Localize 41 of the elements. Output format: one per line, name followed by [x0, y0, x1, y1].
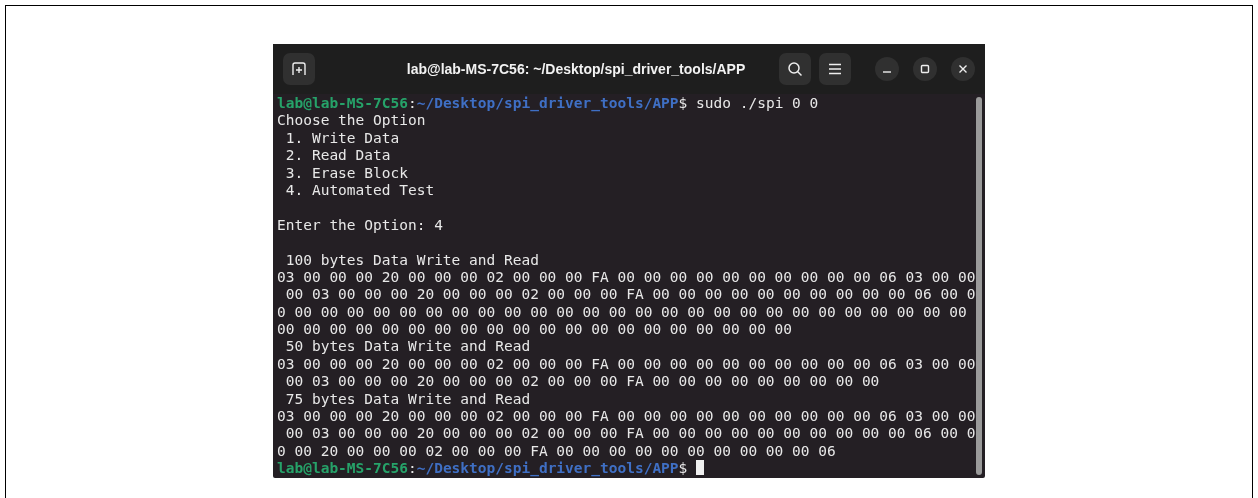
terminal-output-line: 3. Erase Block: [284, 164, 409, 182]
terminal-output-line: 1. Write Data: [284, 129, 401, 148]
search-icon: [787, 61, 803, 77]
terminal-output-line: Enter the Option: 4: [277, 216, 444, 235]
terminal-output-line: 00 00 00 00 00 00 00 00 00 00 00 00 00 00 00 00 00 00 00 00: [277, 321, 794, 339]
prompt-path: ~/Desktop/spi_driver_tools/APP: [416, 95, 679, 111]
minimize-icon: [883, 71, 891, 73]
terminal-output-line: 100 bytes Data Write and Read: [284, 251, 540, 269]
close-button[interactable]: [951, 57, 975, 81]
maximize-button[interactable]: [913, 57, 937, 81]
terminal-output-line: 50 bytes Data Write and Read: [284, 338, 532, 356]
terminal-output-line: Choose the Option: [277, 112, 427, 130]
prompt-user: lab@lab-MS-7C56: [277, 460, 408, 477]
search-button[interactable]: [779, 53, 811, 85]
new-tab-icon: [291, 61, 307, 77]
prompt-command: $: [678, 460, 688, 477]
terminal-output-line: 00 03 00 00 00 20 00 00 00 02 00 00 00 FA 00 00 00 00 00 00 00 00 00: [284, 373, 881, 391]
scrollbar[interactable]: [976, 97, 982, 475]
window-title: lab@lab-MS-7C56: ~/Desktop/spi_driver_tools/APP: [405, 61, 747, 77]
terminal-output-line: 4. Automated Test: [284, 181, 436, 200]
menu-icon: [828, 63, 842, 75]
prompt-separator: :: [407, 460, 417, 477]
prompt-path: ~/Desktop/spi_driver_tools/APP: [416, 460, 679, 477]
menu-button[interactable]: [819, 53, 851, 85]
terminal-output-line: 03 00 00 00 20 00 00 00 02 00 00 00 FA 00 00 00 00 00 00 00 00 00 00 06 03 00 00: [277, 408, 976, 426]
terminal-output-line: 75 bytes Data Write and Read: [284, 390, 532, 409]
terminal-output-line: 2. Read Data: [284, 147, 392, 165]
prompt-command: $ sudo ./spi 0 0: [678, 95, 819, 111]
terminal-output-line: 00 03 00 00 00 20 00 00 00 02 00 00 00 FA 00 00 00 00 00 00 00 00 00 00 06 00 0: [284, 286, 976, 304]
close-icon: [958, 64, 968, 74]
minimize-button[interactable]: [875, 57, 899, 81]
terminal-output-line: 0 00 20 00 00 00 02 00 00 00 FA 00 00 00 00 00 00 00 00 00 00 06: [277, 442, 837, 461]
text-cursor: [696, 460, 705, 476]
new-tab-button[interactable]: [283, 53, 315, 85]
terminal-output-line: 03 00 00 00 20 00 00 00 02 00 00 00 FA 00 00 00 00 00 00 00 00 00 00 06 03 00 00: [277, 268, 976, 287]
terminal-output-line: 0 00 00 00 00 00 00 00 00 00 00 00 00 00 00 00 00 00 00 00 00 00 00 00 00 00 00: [277, 303, 968, 322]
prompt-separator: :: [407, 95, 417, 111]
terminal-output-line: 03 00 00 00 20 00 00 00 02 00 00 00 FA 00 00 00 00 00 00 00 00 00 00 06 03 00 00: [277, 355, 976, 374]
prompt-user: lab@lab-MS-7C56: [277, 95, 408, 111]
terminal-output-line: 00 03 00 00 00 20 00 00 00 02 00 00 00 FA 00 00 00 00 00 00 00 00 00 00 06 00 0: [284, 425, 976, 443]
maximize-icon: [920, 64, 930, 74]
